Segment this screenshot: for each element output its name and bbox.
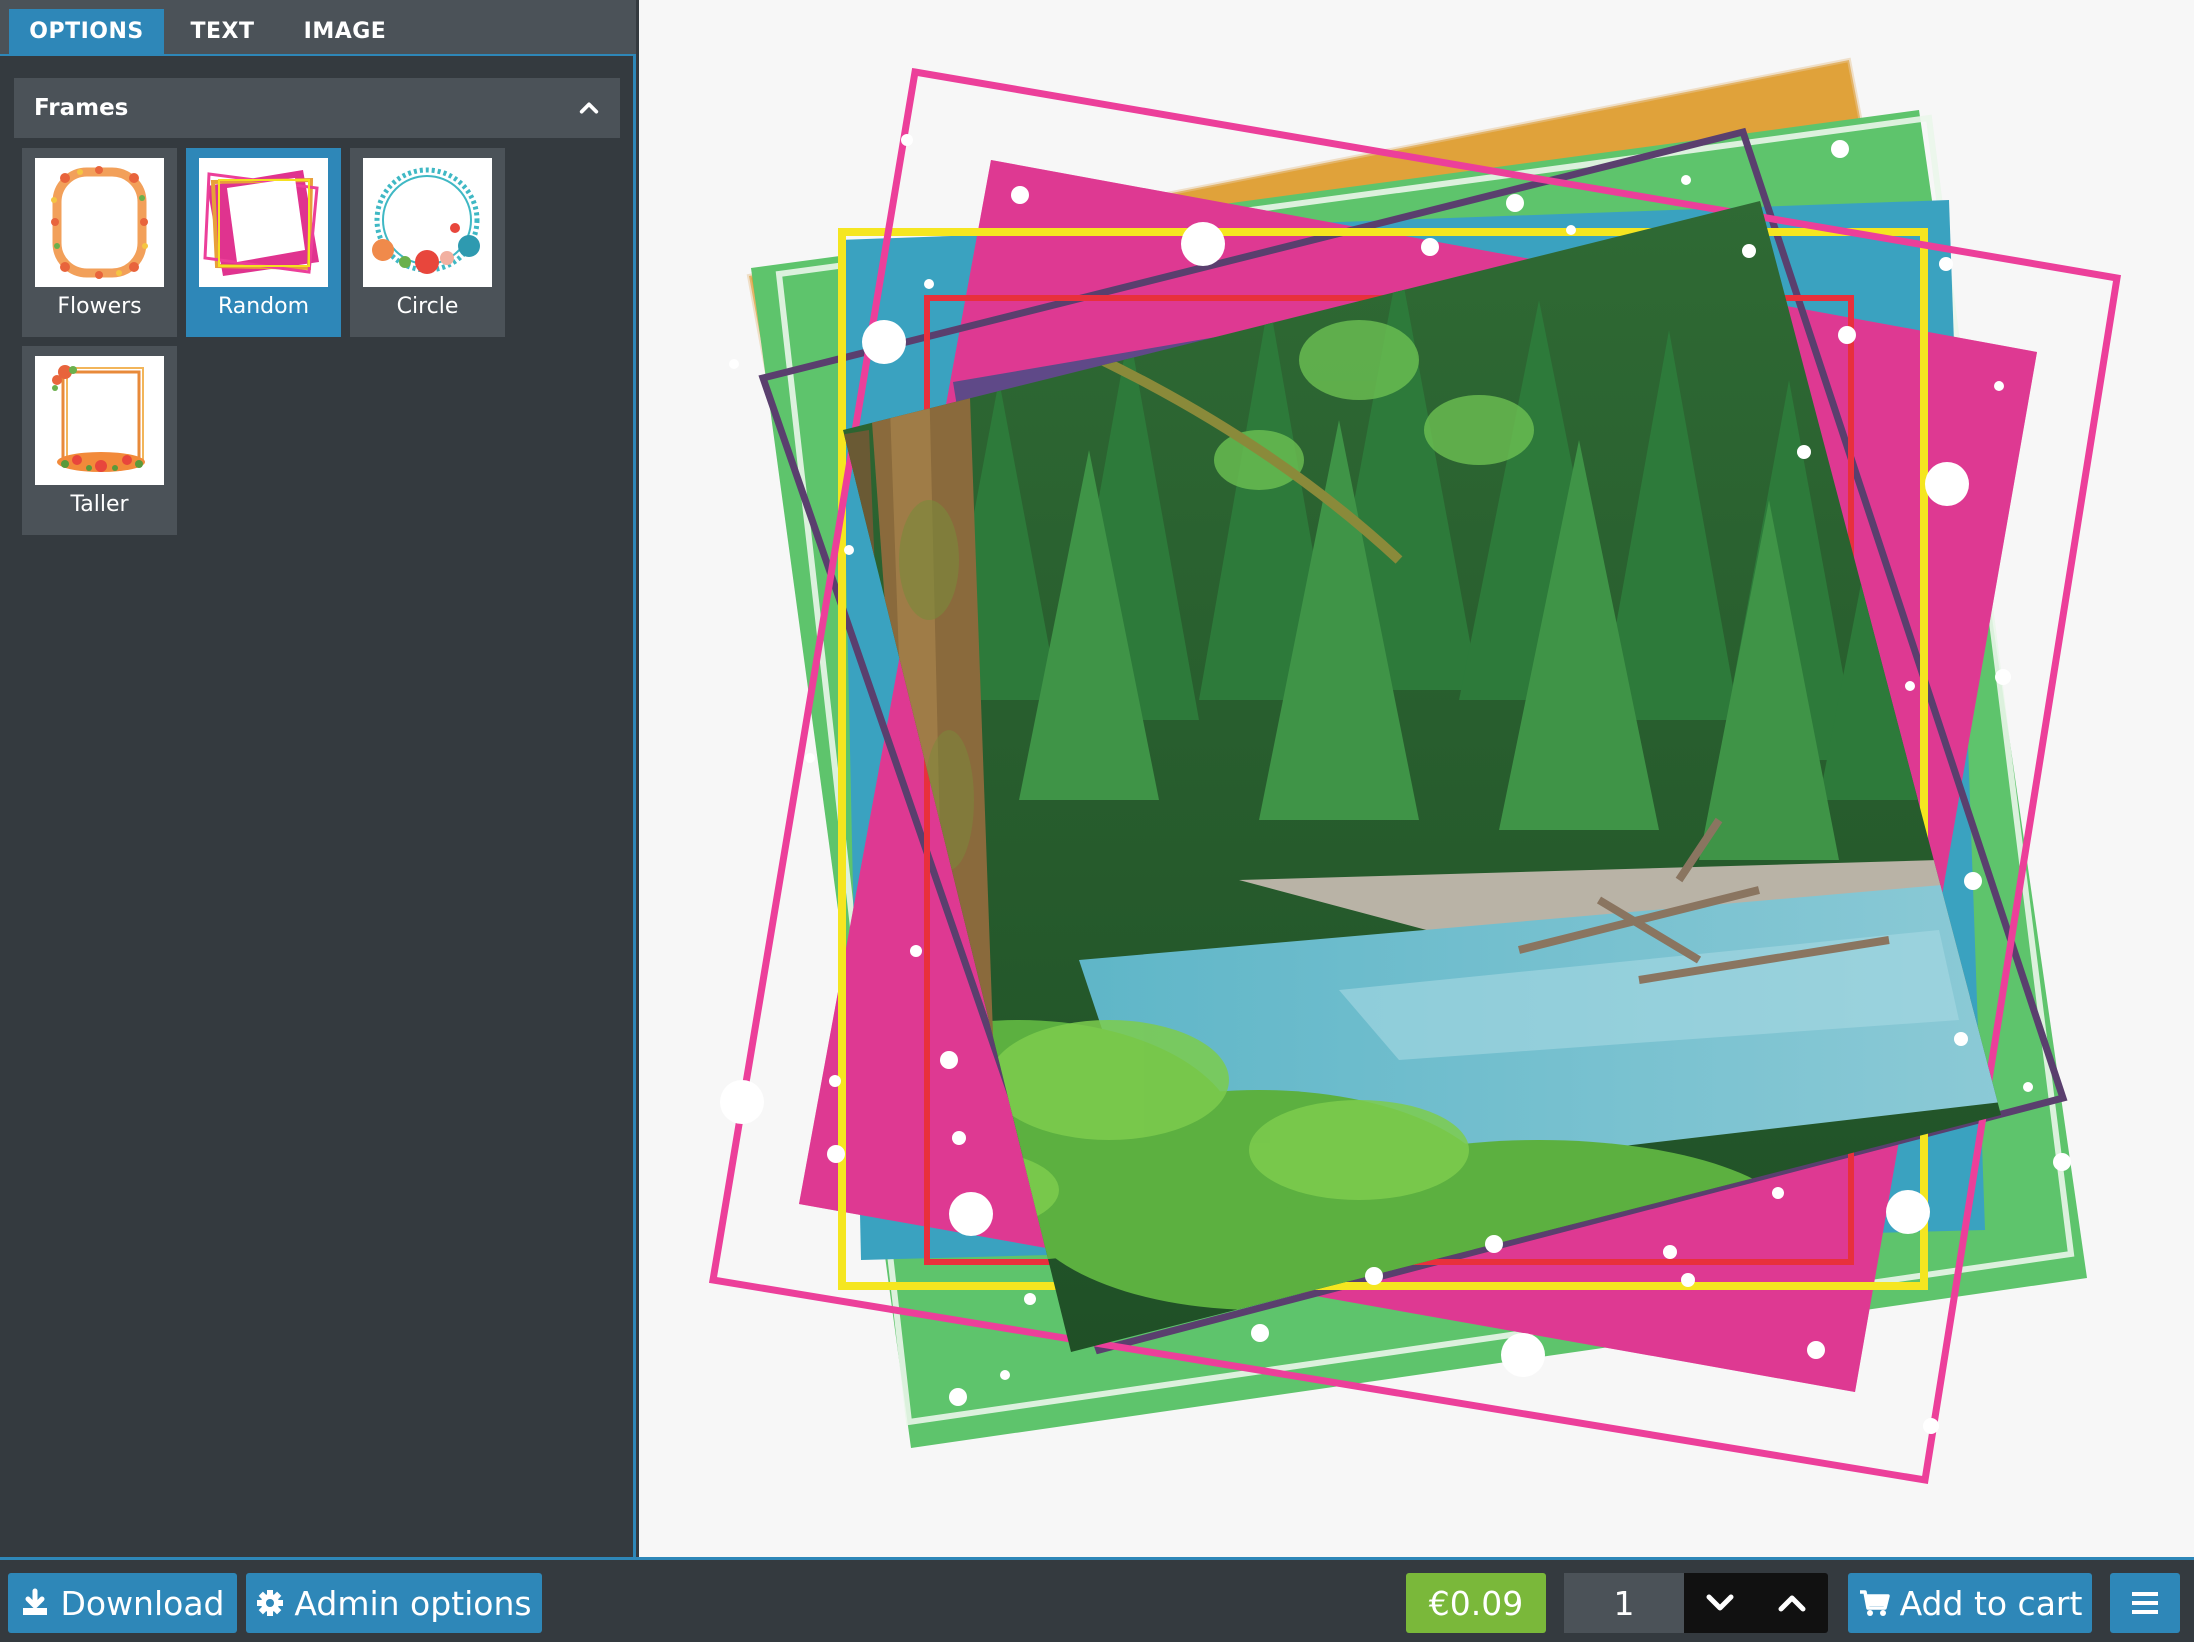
quantity-decrease-button[interactable] <box>1684 1573 1756 1633</box>
frame-thumbnail-circle <box>363 158 492 287</box>
frames-section-title: Frames <box>34 95 129 121</box>
frame-label-circle: Circle <box>396 294 459 319</box>
bottom-toolbar: Download Admin options €0.09 1 Add to ca… <box>0 1557 2194 1642</box>
add-to-cart-label: Add to cart <box>1899 1583 2083 1623</box>
frame-option-taller[interactable]: Taller <box>22 346 177 535</box>
quantity-input[interactable] <box>1564 1573 1684 1633</box>
frame-option-flowers[interactable]: Flowers <box>22 148 177 337</box>
admin-options-button[interactable]: Admin options <box>246 1573 542 1633</box>
add-to-cart-button[interactable]: Add to cart <box>1848 1573 2092 1633</box>
frame-thumbnail-flowers <box>35 158 164 287</box>
frame-label-random: Random <box>217 294 310 319</box>
frame-thumbnail-random <box>199 158 328 287</box>
frames-section-header[interactable]: Frames <box>14 78 620 138</box>
download-icon <box>23 1588 48 1615</box>
frame-label-flowers: Flowers <box>57 294 142 319</box>
tab-text[interactable]: TEXT <box>170 9 275 54</box>
chevron-up-icon <box>1778 1595 1806 1612</box>
download-label: Download <box>60 1583 225 1623</box>
admin-options-label: Admin options <box>294 1583 532 1623</box>
menu-button[interactable] <box>2110 1573 2180 1633</box>
frame-label-taller: Taller <box>70 492 129 517</box>
gear-icon <box>257 1590 284 1616</box>
price-badge: €0.09 <box>1406 1573 1546 1633</box>
framed-photo-preview <box>708 57 2122 1485</box>
hamburger-menu-icon <box>2132 1592 2158 1614</box>
frame-option-random[interactable]: Random <box>186 148 341 337</box>
quantity-increase-button[interactable] <box>1756 1573 1828 1633</box>
download-button[interactable]: Download <box>8 1573 237 1633</box>
chevron-up-icon <box>579 102 599 114</box>
tab-options[interactable]: OPTIONS <box>9 9 164 54</box>
options-panel: OPTIONS TEXT IMAGE Frames Flowers Random… <box>0 0 636 1557</box>
frame-thumbnail-taller <box>35 356 164 485</box>
chevron-down-icon <box>1706 1594 1734 1611</box>
frame-option-circle[interactable]: Circle <box>350 148 505 337</box>
tab-bar: OPTIONS TEXT IMAGE <box>0 0 636 56</box>
tab-image[interactable]: IMAGE <box>285 9 405 54</box>
design-canvas[interactable] <box>639 0 2194 1557</box>
cart-icon <box>1859 1590 1890 1616</box>
